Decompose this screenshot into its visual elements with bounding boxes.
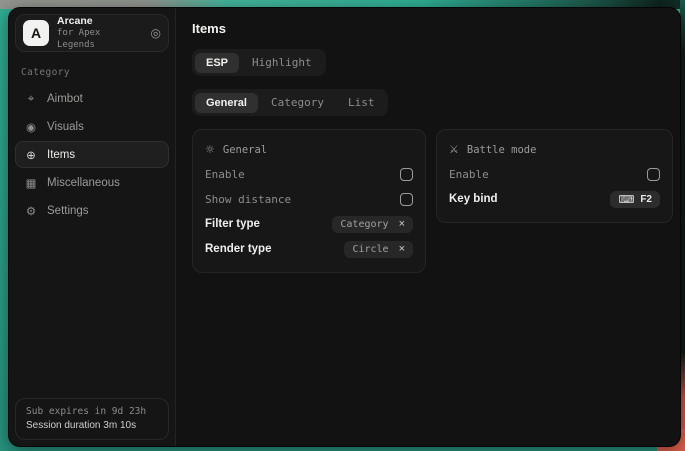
view-tabs-row: General Category List xyxy=(192,89,673,116)
close-icon[interactable]: × xyxy=(399,244,405,255)
package-icon: ⊕ xyxy=(24,148,38,162)
sidebar-item-visuals[interactable]: ◉ Visuals xyxy=(15,113,169,140)
battle-enable-label: Enable xyxy=(449,168,489,181)
tab-category[interactable]: Category xyxy=(260,92,335,113)
sidebar-item-label: Visuals xyxy=(47,121,84,133)
filter-type-row: Filter type Category × xyxy=(205,212,413,236)
sidebar-spacer xyxy=(15,224,169,398)
render-type-row: Render type Circle × xyxy=(205,237,413,261)
sidebar-item-label: Items xyxy=(47,149,75,161)
key-bind-button[interactable]: ⌨ F2 xyxy=(610,191,660,208)
main-content: Items ESP Highlight General Category Lis… xyxy=(176,8,681,446)
mode-tabs: ESP Highlight xyxy=(192,49,326,76)
app-logo: A xyxy=(23,20,49,46)
sidebar-header: A Arcane for Apex Legends ◎ xyxy=(15,14,169,52)
gear-icon: ⚙ xyxy=(24,204,38,218)
app-subtitle: for Apex Legends xyxy=(57,28,143,51)
swords-icon: ⚔ xyxy=(449,143,459,156)
keyboard-icon: ⌨ xyxy=(618,193,634,206)
panel-title: General xyxy=(223,144,267,156)
sidebar-item-miscellaneous[interactable]: ▦ Miscellaneous xyxy=(15,169,169,196)
sidebar-item-label: Miscellaneous xyxy=(47,177,120,189)
subscription-info-box: Sub expires in 9d 23h Session duration 3… xyxy=(15,398,169,440)
battle-enable-checkbox[interactable] xyxy=(647,168,660,181)
render-type-value: Circle xyxy=(352,244,388,255)
sidebar-item-label: Settings xyxy=(47,205,89,217)
render-type-select[interactable]: Circle × xyxy=(344,241,413,258)
page-title: Items xyxy=(192,21,673,36)
filter-type-label: Filter type xyxy=(205,218,260,230)
sidebar-item-settings[interactable]: ⚙ Settings xyxy=(15,197,169,224)
render-type-label: Render type xyxy=(205,243,271,255)
grid-icon: ▦ xyxy=(24,176,38,190)
battle-enable-row: Enable xyxy=(449,162,660,186)
session-duration-text: Session duration 3m 10s xyxy=(26,420,158,431)
general-panel-header: ☼ General xyxy=(205,143,413,156)
battle-mode-panel: ⚔ Battle mode Enable Key bind ⌨ F2 xyxy=(436,129,673,223)
key-bind-row: Key bind ⌨ F2 xyxy=(449,187,660,211)
app-window: A Arcane for Apex Legends ◎ Category ⌖ A… xyxy=(8,7,681,447)
sidebar-item-items[interactable]: ⊕ Items xyxy=(15,141,169,168)
mode-tabs-row: ESP Highlight xyxy=(192,49,673,76)
app-name: Arcane xyxy=(57,15,143,28)
sidebar-nav: ⌖ Aimbot ◉ Visuals ⊕ Items ▦ Miscellaneo… xyxy=(15,85,169,224)
key-bind-value: F2 xyxy=(640,194,652,205)
key-bind-label: Key bind xyxy=(449,193,498,205)
close-icon[interactable]: × xyxy=(399,219,405,230)
crosshair-icon: ⌖ xyxy=(24,91,38,106)
show-distance-row: Show distance xyxy=(205,187,413,211)
sub-expiry-text: Sub expires in 9d 23h xyxy=(26,406,158,417)
enable-label: Enable xyxy=(205,168,245,181)
view-tabs: General Category List xyxy=(192,89,388,116)
tab-general[interactable]: General xyxy=(195,93,258,113)
tab-esp[interactable]: ESP xyxy=(195,53,239,73)
eye-icon: ◉ xyxy=(24,120,38,134)
filter-type-value: Category xyxy=(340,219,388,230)
sidebar-item-label: Aimbot xyxy=(47,93,83,105)
panels-container: ☼ General Enable Show distance Filter ty… xyxy=(192,129,673,273)
sidebar-item-aimbot[interactable]: ⌖ Aimbot xyxy=(15,85,169,112)
show-distance-checkbox[interactable] xyxy=(400,193,413,206)
tab-highlight[interactable]: Highlight xyxy=(241,52,323,73)
sun-icon: ☼ xyxy=(205,143,215,156)
show-distance-label: Show distance xyxy=(205,193,291,206)
panel-title: Battle mode xyxy=(467,144,537,156)
enable-checkbox[interactable] xyxy=(400,168,413,181)
app-titles: Arcane for Apex Legends xyxy=(57,15,143,51)
enable-row: Enable xyxy=(205,162,413,186)
battle-panel-header: ⚔ Battle mode xyxy=(449,143,660,156)
filter-type-select[interactable]: Category × xyxy=(332,216,413,233)
sidebar-section-label: Category xyxy=(21,67,163,78)
general-panel: ☼ General Enable Show distance Filter ty… xyxy=(192,129,426,273)
tab-list[interactable]: List xyxy=(337,92,386,113)
sidebar: A Arcane for Apex Legends ◎ Category ⌖ A… xyxy=(9,8,176,446)
target-icon[interactable]: ◎ xyxy=(151,26,161,40)
